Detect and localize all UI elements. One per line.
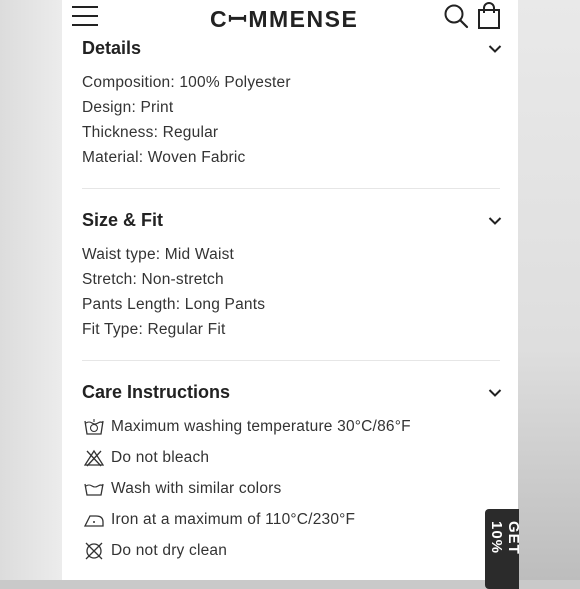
details-design: Design: Print <box>82 99 174 116</box>
details-title: Details <box>82 38 142 58</box>
no-dry-clean-icon <box>85 542 103 560</box>
site-header: CꟷMMENSE <box>62 0 518 34</box>
promo-label: GET 10% <box>488 521 522 555</box>
details-header[interactable]: Details <box>82 38 502 64</box>
no-bleach-icon <box>84 449 104 467</box>
discount-promo-tab[interactable]: GET 10% <box>485 509 522 589</box>
care-text-iron: Iron at a maximum of 110°C/230°F <box>111 511 356 528</box>
details-material: Material: Woven Fabric <box>82 149 246 166</box>
details-section: Details Composition: 100% Polyester Desi… <box>82 38 502 170</box>
chevron-down-icon[interactable] <box>488 216 502 226</box>
wash-tub-icon <box>84 483 104 496</box>
care-text-wash-temp: Maximum washing temperature 30°C/86°F <box>111 418 411 435</box>
care-item: Iron at a maximum of 110°C/230°F <box>82 504 502 535</box>
shopping-bag-icon[interactable] <box>476 2 502 30</box>
care-item: Maximum washing temperature 30°C/86°F <box>82 411 502 442</box>
wash-30-icon <box>84 419 104 435</box>
care-section: Care Instructions Maximum washing temper… <box>82 382 502 566</box>
divider <box>82 360 500 361</box>
background-left <box>0 0 62 580</box>
size-waist-type: Waist type: Mid Waist <box>82 246 235 263</box>
details-composition: Composition: 100% Polyester <box>82 74 291 91</box>
details-thickness: Thickness: Regular <box>82 124 219 141</box>
care-item: Wash with similar colors <box>82 473 502 504</box>
chevron-down-icon[interactable] <box>488 388 502 398</box>
care-item: Do not bleach <box>82 442 502 473</box>
care-text-dry-clean: Do not dry clean <box>111 542 228 559</box>
divider <box>82 188 500 189</box>
product-info-page: CꟷMMENSE Details Composition: 100% Polye… <box>62 0 518 580</box>
chevron-down-icon[interactable] <box>488 44 502 54</box>
background-right <box>518 0 580 580</box>
menu-icon[interactable] <box>72 4 98 28</box>
care-text-bleach: Do not bleach <box>111 449 210 466</box>
size-fit-section: Size & Fit Waist type: Mid Waist Stretch… <box>82 210 502 342</box>
size-fit-header[interactable]: Size & Fit <box>82 210 502 236</box>
size-fit-type: Fit Type: Regular Fit <box>82 321 226 338</box>
care-item: Do not dry clean <box>82 535 502 566</box>
care-title: Care Instructions <box>82 382 231 402</box>
size-pants-length: Pants Length: Long Pants <box>82 296 266 313</box>
iron-icon <box>84 515 104 527</box>
brand-logo[interactable]: CꟷMMENSE <box>210 2 358 34</box>
search-icon[interactable] <box>443 3 469 29</box>
size-fit-title: Size & Fit <box>82 210 164 230</box>
care-header[interactable]: Care Instructions <box>82 382 502 408</box>
care-text-wash-colors: Wash with similar colors <box>111 480 282 497</box>
size-stretch: Stretch: Non-stretch <box>82 271 224 288</box>
